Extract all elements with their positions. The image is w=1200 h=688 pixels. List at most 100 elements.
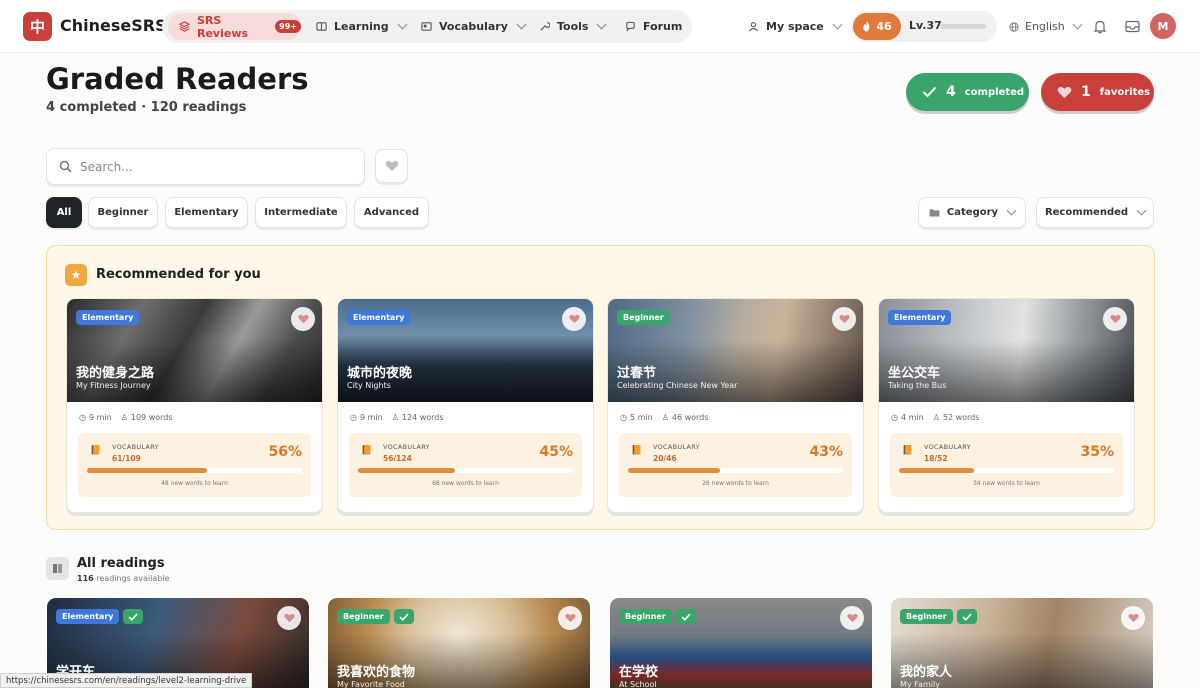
layers-icon — [179, 21, 190, 32]
filter-all[interactable]: All — [46, 197, 82, 228]
vocab-count: 18/52 — [924, 454, 948, 463]
nav-learning[interactable]: Learning — [316, 10, 408, 43]
forum-label: Forum — [643, 20, 683, 33]
category-label: Category — [946, 207, 999, 218]
check-icon — [128, 612, 138, 621]
language-select[interactable]: English — [1009, 10, 1083, 43]
book-icon: 📙 — [90, 446, 102, 456]
favorite-button[interactable] — [562, 307, 586, 331]
brand-name[interactable]: ChineseSRS — [60, 16, 167, 35]
book-icon: 📙 — [631, 446, 643, 456]
my-space-label: My space — [766, 20, 824, 33]
vocab-progress-track — [628, 468, 843, 473]
level-badge: Beginner — [617, 310, 670, 325]
filter-beginner[interactable]: Beginner — [88, 197, 158, 228]
favorite-button[interactable] — [840, 606, 864, 630]
reading-card[interactable]: Elementary 坐公交车 Taking the Bus ◷ 4 min ♙ 5… — [878, 298, 1135, 513]
vocab-progress-track — [899, 468, 1114, 473]
logo-mark[interactable]: 中 — [23, 12, 52, 41]
nav-tools[interactable]: Tools — [539, 10, 607, 43]
level-badge: Beginner — [337, 609, 390, 624]
all-readings-title: All readings — [77, 556, 165, 571]
book-icon — [316, 22, 327, 31]
favorites-stat-button[interactable]: 1 favorites — [1041, 73, 1154, 111]
card-title-zh: 城市的夜晚 — [347, 366, 413, 381]
notifications-button[interactable] — [1091, 17, 1109, 35]
cards-icon — [421, 22, 432, 31]
messages-button[interactable] — [1123, 17, 1141, 35]
chevron-down-icon — [1006, 205, 1017, 216]
level-widget[interactable]: 46 Lv.37 — [851, 11, 997, 42]
search-input[interactable] — [80, 159, 340, 174]
reading-card[interactable]: Beginner 我喜欢的食物 My Favorite Food — [328, 598, 590, 688]
favorites-filter-button[interactable] — [375, 149, 408, 183]
favorite-button[interactable] — [558, 606, 582, 630]
vocab-label: VOCABULARY — [924, 443, 971, 451]
star-icon: ★ — [65, 264, 87, 286]
reading-card[interactable]: Beginner 我的家人 My Family — [891, 598, 1153, 688]
person-icon: ♙ — [661, 413, 669, 422]
filter-elementary-label: Elementary — [174, 207, 239, 218]
nav-vocabulary[interactable]: Vocabulary — [421, 10, 527, 43]
completed-count: 4 — [946, 84, 956, 100]
card-title-en: Taking the Bus — [888, 381, 947, 390]
heart-icon — [1057, 86, 1072, 98]
sort-dropdown[interactable]: Recommended — [1036, 197, 1154, 228]
filter-beginner-label: Beginner — [97, 207, 149, 218]
favorite-button[interactable] — [1121, 606, 1145, 630]
card-title-en: At School — [619, 680, 657, 688]
folder-icon — [929, 209, 940, 217]
level-badge: Elementary — [347, 310, 411, 325]
level-badge: Elementary — [76, 310, 140, 325]
reading-card[interactable]: Beginner 在学校 At School — [610, 598, 872, 688]
vocab-progress-fill — [899, 468, 975, 473]
word-count: 124 words — [401, 413, 444, 422]
card-title-zh: 坐公交车 — [888, 366, 941, 381]
filter-advanced[interactable]: Advanced — [354, 197, 429, 228]
category-dropdown[interactable]: Category — [918, 197, 1026, 228]
nav-forum[interactable]: Forum — [625, 10, 682, 43]
status-bar-url: https://chinesesrs.com/en/readings/level… — [0, 673, 253, 688]
filter-elementary[interactable]: Elementary — [165, 197, 248, 228]
user-avatar[interactable]: M — [1150, 13, 1176, 39]
new-words-note: 68 new words to learn — [432, 480, 499, 487]
streak-badge[interactable]: 46 — [853, 13, 901, 40]
card-meta: ◷ 9 min ♙ 109 words — [79, 413, 173, 422]
word-count: 46 words — [671, 413, 709, 422]
heart-icon — [385, 160, 398, 172]
clock-icon: ◷ — [79, 413, 86, 422]
readings-count: 116 — [77, 574, 94, 583]
reading-card[interactable]: Elementary 城市的夜晚 City Nights ◷ 9 min ♙ 124… — [337, 298, 594, 513]
globe-icon — [1009, 21, 1019, 32]
vocab-percent: 45% — [539, 444, 573, 460]
favorites-count: 1 — [1081, 84, 1091, 100]
bell-icon — [1093, 20, 1107, 33]
vocab-count: 56/124 — [383, 454, 412, 463]
search-field[interactable] — [46, 148, 365, 185]
favorite-button[interactable] — [832, 307, 856, 331]
vocab-label: VOCABULARY — [383, 443, 430, 451]
completed-stat-button[interactable]: 4 completed — [906, 73, 1029, 111]
search-icon — [59, 160, 72, 173]
level-progress-bar — [940, 24, 986, 29]
reading-card[interactable]: Elementary 我的健身之路 My Fitness Journey ◷ 9 … — [66, 298, 323, 513]
streak-count: 46 — [876, 20, 892, 33]
favorite-button[interactable] — [1103, 307, 1127, 331]
filter-intermediate[interactable]: Intermediate — [255, 197, 347, 228]
favorite-button[interactable] — [277, 606, 301, 630]
favorite-button[interactable] — [291, 307, 315, 331]
page-title: Graded Readers — [46, 62, 309, 96]
reading-card[interactable]: Beginner 过春节 Celebrating Chinese New Yea… — [607, 298, 864, 513]
vocab-progress-fill — [87, 468, 208, 473]
nav-my-space[interactable]: My space — [748, 10, 843, 43]
check-icon — [399, 612, 409, 621]
new-words-note: 34 new words to learn — [973, 480, 1040, 487]
nav-srs-reviews[interactable]: SRS Reviews 99+ — [168, 13, 301, 40]
card-title-en: Celebrating Chinese New Year — [617, 381, 738, 390]
favorites-label: favorites — [1099, 86, 1151, 98]
chat-icon — [626, 21, 635, 32]
vocab-percent: 43% — [809, 444, 843, 460]
check-icon — [962, 612, 972, 621]
completed-label: completed — [964, 86, 1025, 98]
completed-check-badge — [123, 609, 143, 624]
